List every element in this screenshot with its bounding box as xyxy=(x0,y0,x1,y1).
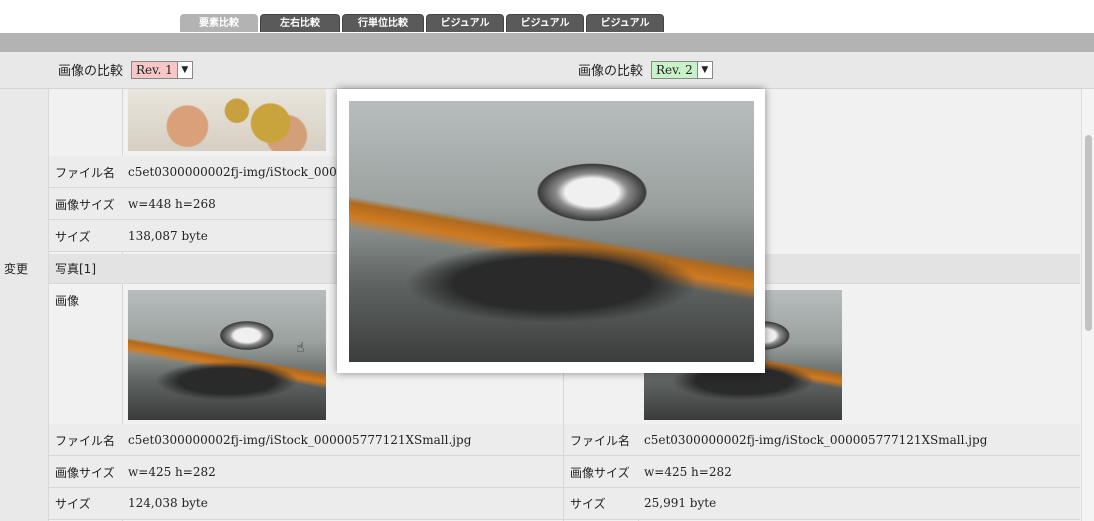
image-size-value: w=448 h=268 xyxy=(128,197,216,211)
compare-header: 画像の比較 Rev. 1 ▼ 画像の比較 Rev. 2 ▼ xyxy=(0,52,1094,89)
previous-image-thumbnail xyxy=(128,89,326,151)
left-file-name-value: c5et0300000002fj-img/iStock_000005777121… xyxy=(128,433,472,447)
preview-image xyxy=(349,101,754,362)
left-compare-label: 画像の比較 xyxy=(58,64,124,79)
chevron-down-icon: ▼ xyxy=(176,61,192,78)
left-rev-value: Rev. 1 xyxy=(132,61,177,78)
change-label: 変更 xyxy=(4,262,29,276)
tab-element-compare[interactable]: 要素比較 xyxy=(180,14,258,32)
chevron-down-icon: ▼ xyxy=(696,61,712,78)
tabs: 要素比較 左右比較 行単位比較 ビジュアル１ ビジュアル２ ビジュアル３ xyxy=(180,14,666,46)
left-file-name-label: ファイル名 xyxy=(55,434,116,448)
tab-bar: 要素比較 左右比較 行単位比較 ビジュアル１ ビジュアル２ ビジュアル３ xyxy=(0,0,1094,46)
image-size-label: 画像サイズ xyxy=(55,198,115,212)
right-rev-value: Rev. 2 xyxy=(652,61,697,78)
tab-side-by-side[interactable]: 左右比較 xyxy=(260,14,340,32)
right-image-size-label: 画像サイズ xyxy=(570,466,630,480)
section-title: 写真[1] xyxy=(55,262,96,276)
bytes-label: サイズ xyxy=(55,230,91,244)
image-preview-popup[interactable] xyxy=(337,89,765,373)
table-row xyxy=(564,456,1080,488)
right-compare-label: 画像の比較 xyxy=(578,64,644,79)
table-row xyxy=(49,456,563,488)
left-rev-select[interactable]: Rev. 1 ▼ xyxy=(131,60,193,79)
left-image-size-value: w=425 h=282 xyxy=(128,465,216,479)
right-rev-select[interactable]: Rev. 2 ▼ xyxy=(651,60,713,79)
bytes-value: 138,087 byte xyxy=(128,229,208,243)
toolbar-band xyxy=(0,33,1094,52)
table-row xyxy=(49,488,563,520)
table-row xyxy=(564,488,1080,520)
right-image-size-value: w=425 h=282 xyxy=(644,465,732,479)
change-column xyxy=(0,89,49,521)
image-label: 画像 xyxy=(55,294,80,308)
left-bytes-label: サイズ xyxy=(55,497,91,511)
left-image-size-label: 画像サイズ xyxy=(55,466,115,480)
left-compare: 画像の比較 Rev. 1 ▼ xyxy=(58,60,193,79)
vertical-scrollbar[interactable] xyxy=(1081,89,1094,521)
right-bytes-label: サイズ xyxy=(570,497,606,511)
right-file-name-label: ファイル名 xyxy=(570,434,631,448)
right-bytes-value: 25,991 byte xyxy=(644,496,717,510)
tab-visual-3[interactable]: ビジュアル３ xyxy=(586,14,664,46)
right-file-name-value: c5et0300000002fj-img/iStock_000005777121… xyxy=(644,433,988,447)
tab-visual-1[interactable]: ビジュアル１ xyxy=(426,14,504,46)
right-compare: 画像の比較 Rev. 2 ▼ xyxy=(578,60,713,79)
scrollbar-thumb[interactable] xyxy=(1085,135,1092,331)
tab-line-compare[interactable]: 行単位比較 xyxy=(342,14,424,32)
left-bytes-value: 124,038 byte xyxy=(128,496,208,510)
tab-visual-2[interactable]: ビジュアル２ xyxy=(506,14,584,46)
hand-cursor-icon: ☝ xyxy=(296,340,305,356)
file-name-label: ファイル名 xyxy=(55,166,116,180)
